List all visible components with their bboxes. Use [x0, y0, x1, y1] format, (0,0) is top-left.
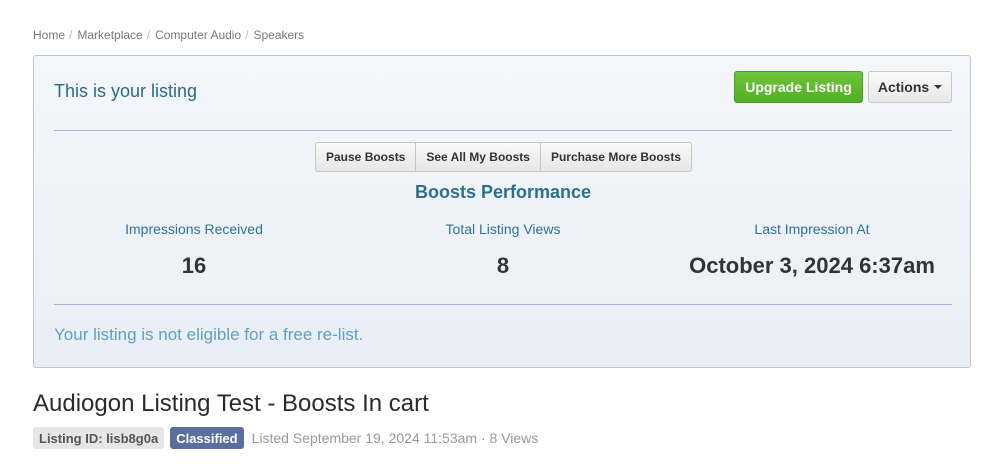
listing-meta: Listing ID: lisb8g0a Classified Listed S… [33, 427, 538, 449]
bottom-divider [54, 304, 952, 305]
breadcrumb-separator: / [146, 28, 151, 42]
breadcrumb-separator: / [245, 28, 249, 42]
panel-title: This is your listing [54, 81, 198, 101]
listing-id-badge: Listing ID: lisb8g0a [33, 427, 165, 449]
stat-value: 16 [181, 253, 207, 278]
boost-button-group: Pause Boosts See All My Boosts Purchase … [315, 142, 692, 172]
top-divider [54, 130, 952, 131]
see-all-boosts-button[interactable]: See All My Boosts [415, 142, 541, 172]
breadcrumb-marketplace[interactable]: Marketplace [77, 28, 142, 42]
stat-total-views: Total Listing Views 8 [403, 221, 603, 279]
upgrade-listing-button[interactable]: Upgrade Listing [734, 71, 863, 103]
breadcrumb: Home / Marketplace / Computer Audio / Sp… [33, 28, 304, 42]
stat-label: Last Impression At [754, 221, 870, 237]
breadcrumb-separator: / [69, 28, 73, 42]
stat-value: 8 [496, 253, 510, 278]
pause-boosts-button[interactable]: Pause Boosts [315, 142, 417, 172]
stat-impressions: Impressions Received 16 [94, 221, 294, 279]
stat-value: October 3, 2024 6:37am [689, 253, 935, 278]
classified-badge: Classified [170, 427, 244, 449]
breadcrumb-computer-audio[interactable]: Computer Audio [155, 28, 241, 42]
breadcrumb-speakers[interactable]: Speakers [253, 28, 304, 42]
actions-dropdown-button[interactable]: Actions [868, 71, 952, 103]
listed-date-views: Listed September 19, 2024 11:53am · 8 Vi… [251, 430, 539, 446]
breadcrumb-home[interactable]: Home [33, 28, 65, 42]
listing-title: Audiogon Listing Test - Boosts In cart [33, 390, 429, 417]
stat-label: Impressions Received [125, 221, 263, 237]
relist-eligibility-note: Your listing is not eligible for a free … [54, 325, 364, 344]
purchase-more-boosts-button[interactable]: Purchase More Boosts [539, 142, 692, 172]
boosts-performance-title: Boosts Performance [414, 182, 592, 202]
actions-label: Actions [877, 79, 930, 95]
caret-down-icon [934, 85, 943, 89]
listing-owner-panel: This is your listing Upgrade Listing Act… [33, 55, 971, 368]
stat-last-impression: Last Impression At October 3, 2024 6:37a… [652, 221, 972, 279]
stat-label: Total Listing Views [445, 221, 561, 237]
